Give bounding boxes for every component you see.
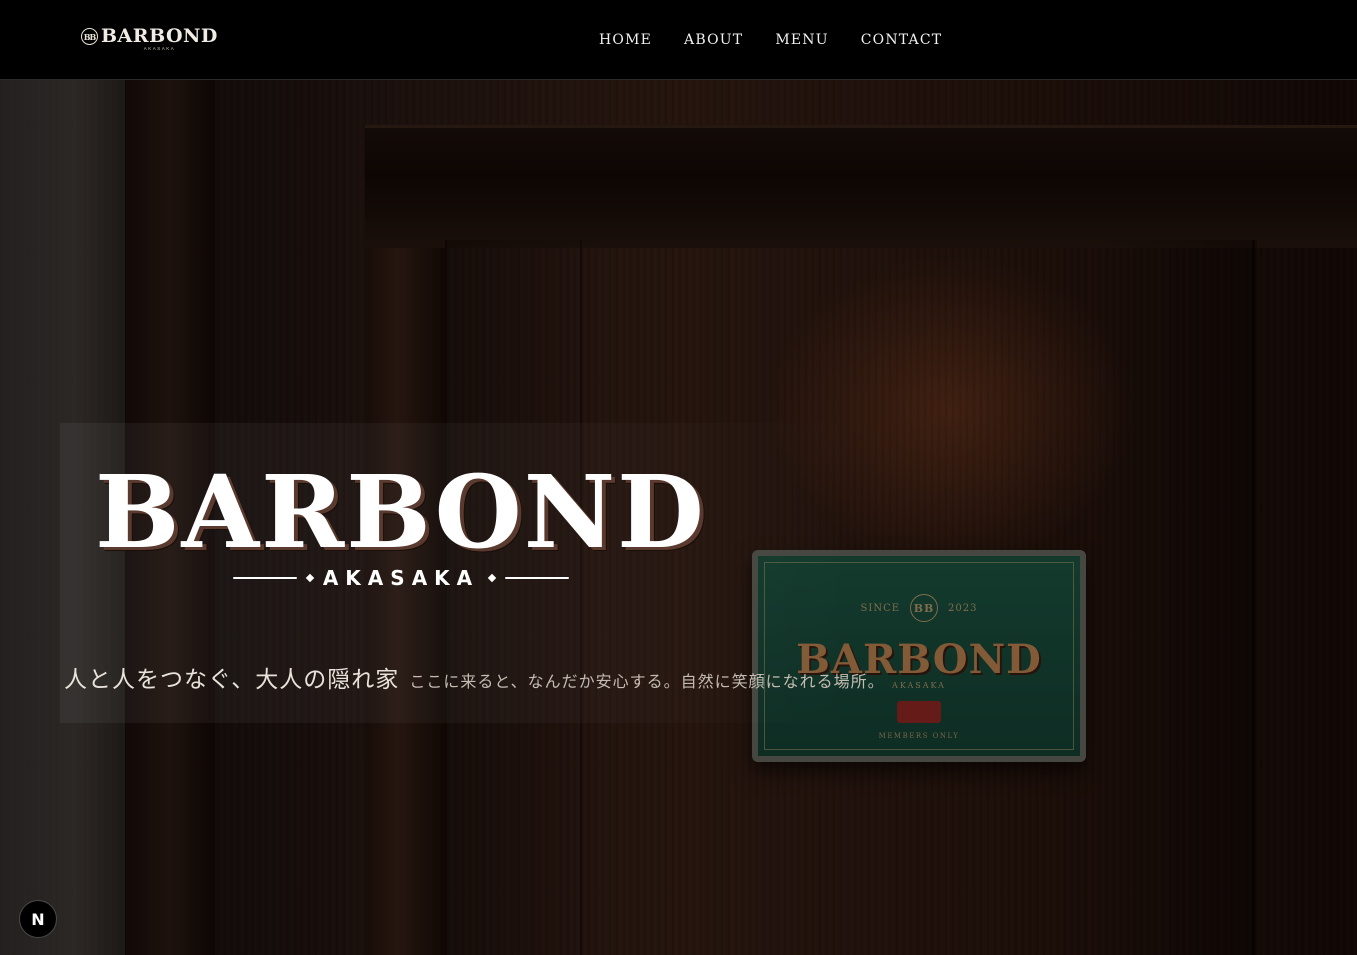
hero-tagline: 人と人をつなぐ、大人の隠れ家 ここに来ると、なんだか安心する。自然に笑顔になれる… (64, 660, 885, 694)
site-header: BB BARBOND AKASAKA HOME ABOUT MENU CONTA… (0, 0, 1357, 80)
nav-home[interactable]: HOME (599, 30, 652, 50)
hero-diamond-left-icon (305, 573, 315, 583)
hero-subtitle-row: AKASAKA (205, 564, 597, 592)
logo-wordmark: BARBOND AKASAKA (101, 26, 218, 51)
tagline-main: 人と人をつなぐ、大人の隠れ家 (64, 667, 400, 693)
nav-about[interactable]: ABOUT (684, 30, 743, 50)
logo-mark-icon: BB (81, 28, 98, 45)
hero-logo: BARBOND AKASAKA (95, 454, 725, 594)
main-nav: HOME ABOUT MENU CONTACT (599, 30, 942, 50)
logo-subtext: AKASAKA (143, 46, 176, 51)
hero-title: BARBOND (95, 453, 706, 571)
dev-tools-n-icon[interactable]: N (19, 900, 57, 938)
hero-section: SINCE BB 2023 BARBOND AKASAKA MEMBERS ON… (0, 80, 1357, 955)
hero-rule-left (232, 577, 297, 579)
tagline-sub: ここに来ると、なんだか安心する。自然に笑顔になれる場所。 (409, 672, 885, 691)
hero-diamond-right-icon (487, 573, 497, 583)
hero-subtitle: AKASAKA (322, 566, 480, 590)
logo-text: BARBOND (101, 25, 218, 47)
site-logo[interactable]: BB BARBOND AKASAKA (81, 26, 218, 51)
hero-rule-right (505, 577, 570, 579)
nav-contact[interactable]: CONTACT (861, 30, 943, 50)
nav-menu[interactable]: MENU (775, 30, 828, 50)
